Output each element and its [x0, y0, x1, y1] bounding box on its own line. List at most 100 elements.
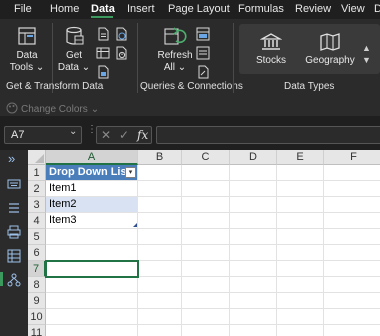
row-header-6[interactable]: 6: [28, 245, 46, 261]
menu-data[interactable]: Data: [91, 3, 115, 15]
cell-c2[interactable]: [182, 181, 230, 197]
cell-f4[interactable]: [324, 213, 380, 229]
keyboard-icon[interactable]: [7, 177, 21, 191]
cell-b7[interactable]: [138, 261, 182, 277]
cell-d3[interactable]: [230, 197, 277, 213]
cancel-icon[interactable]: ✕: [101, 128, 111, 142]
cell-b4[interactable]: [138, 213, 182, 229]
cell-a3[interactable]: Item2: [46, 197, 138, 213]
row-header-4[interactable]: 4: [28, 213, 46, 229]
get-data-button[interactable]: Get Data ⌄: [58, 25, 90, 74]
cell-c8[interactable]: [182, 277, 230, 293]
menu-review[interactable]: Review: [295, 3, 331, 15]
cell-c5[interactable]: [182, 229, 230, 245]
gallery-scroll-down-icon[interactable]: ▼: [362, 55, 371, 65]
network-icon[interactable]: [7, 273, 21, 287]
data-tools-button[interactable]: Data Tools ⌄: [10, 25, 44, 74]
column-header-e[interactable]: E: [277, 150, 324, 165]
menu-overflow[interactable]: D: [374, 3, 380, 15]
menu-file[interactable]: File: [14, 3, 32, 15]
cell-d2[interactable]: [230, 181, 277, 197]
cell-e2[interactable]: [277, 181, 324, 197]
menu-formulas[interactable]: Formulas: [238, 3, 284, 15]
expand-rail-icon[interactable]: »: [8, 151, 15, 166]
menu-home[interactable]: Home: [50, 3, 79, 15]
sort-list-icon[interactable]: [7, 201, 21, 215]
select-all-button[interactable]: [28, 150, 46, 165]
cell-a4[interactable]: Item3: [46, 213, 138, 229]
insert-function-icon[interactable]: fx: [137, 128, 148, 142]
cell-e10[interactable]: [277, 309, 324, 325]
recent-sources-icon[interactable]: [114, 46, 128, 60]
cell-c11[interactable]: [182, 325, 230, 336]
printer-icon[interactable]: [7, 225, 21, 239]
formula-input[interactable]: [156, 126, 380, 144]
cell-b1[interactable]: [138, 165, 182, 181]
row-header-1[interactable]: 1: [28, 165, 46, 181]
cell-e6[interactable]: [277, 245, 324, 261]
cell-a9[interactable]: [46, 293, 138, 309]
cell-d6[interactable]: [230, 245, 277, 261]
grid-view-icon[interactable]: [7, 249, 21, 263]
cell-c1[interactable]: [182, 165, 230, 181]
cell-c4[interactable]: [182, 213, 230, 229]
cell-b8[interactable]: [138, 277, 182, 293]
table-resize-handle[interactable]: [133, 223, 137, 227]
row-header-8[interactable]: 8: [28, 277, 46, 293]
cell-d10[interactable]: [230, 309, 277, 325]
filter-dropdown-icon[interactable]: ▾: [125, 167, 136, 178]
menu-page-layout[interactable]: Page Layout: [168, 3, 230, 15]
cell-d11[interactable]: [230, 325, 277, 336]
cell-c3[interactable]: [182, 197, 230, 213]
cell-b9[interactable]: [138, 293, 182, 309]
cell-d5[interactable]: [230, 229, 277, 245]
cell-b11[interactable]: [138, 325, 182, 336]
queries-connections-icon[interactable]: [196, 27, 210, 41]
refresh-all-button[interactable]: Refresh All ⌄: [158, 25, 193, 74]
cell-f6[interactable]: [324, 245, 380, 261]
cell-a10[interactable]: [46, 309, 138, 325]
cell-a2[interactable]: Item1: [46, 181, 138, 197]
row-header-10[interactable]: 10: [28, 309, 46, 325]
cell-d7[interactable]: [230, 261, 277, 277]
cell-c9[interactable]: [182, 293, 230, 309]
cell-e4[interactable]: [277, 213, 324, 229]
column-header-d[interactable]: D: [230, 150, 277, 165]
cell-c7[interactable]: [182, 261, 230, 277]
cell-c6[interactable]: [182, 245, 230, 261]
cell-b10[interactable]: [138, 309, 182, 325]
enter-icon[interactable]: ✓: [119, 128, 129, 142]
cell-d8[interactable]: [230, 277, 277, 293]
properties-icon[interactable]: [196, 46, 210, 60]
cell-f1[interactable]: [324, 165, 380, 181]
chevron-down-icon[interactable]: ⌄: [69, 126, 77, 137]
cell-d4[interactable]: [230, 213, 277, 229]
row-header-3[interactable]: 3: [28, 197, 46, 213]
stocks-button[interactable]: Stocks: [250, 32, 292, 67]
geography-button[interactable]: Geography: [304, 32, 356, 67]
cell-f10[interactable]: [324, 309, 380, 325]
cell-f7[interactable]: [324, 261, 380, 277]
gallery-scroll-up-icon[interactable]: ▲: [362, 43, 371, 53]
row-header-5[interactable]: 5: [28, 229, 46, 245]
cell-e9[interactable]: [277, 293, 324, 309]
menu-view[interactable]: View: [341, 3, 365, 15]
change-colors-button[interactable]: Change Colors ⌄: [6, 102, 99, 117]
column-header-b[interactable]: B: [138, 150, 182, 165]
cell-d1[interactable]: [230, 165, 277, 181]
cell-c10[interactable]: [182, 309, 230, 325]
cell-f5[interactable]: [324, 229, 380, 245]
cell-f11[interactable]: [324, 325, 380, 336]
drag-handle-icon[interactable]: ⋮: [87, 125, 97, 142]
cell-e11[interactable]: [277, 325, 324, 336]
from-text-icon[interactable]: [96, 27, 110, 41]
cell-e8[interactable]: [277, 277, 324, 293]
cell-f9[interactable]: [324, 293, 380, 309]
cell-e5[interactable]: [277, 229, 324, 245]
cell-b3[interactable]: [138, 197, 182, 213]
cell-d9[interactable]: [230, 293, 277, 309]
edit-links-icon[interactable]: [196, 65, 210, 79]
cell-b5[interactable]: [138, 229, 182, 245]
cell-e1[interactable]: [277, 165, 324, 181]
row-header-2[interactable]: 2: [28, 181, 46, 197]
